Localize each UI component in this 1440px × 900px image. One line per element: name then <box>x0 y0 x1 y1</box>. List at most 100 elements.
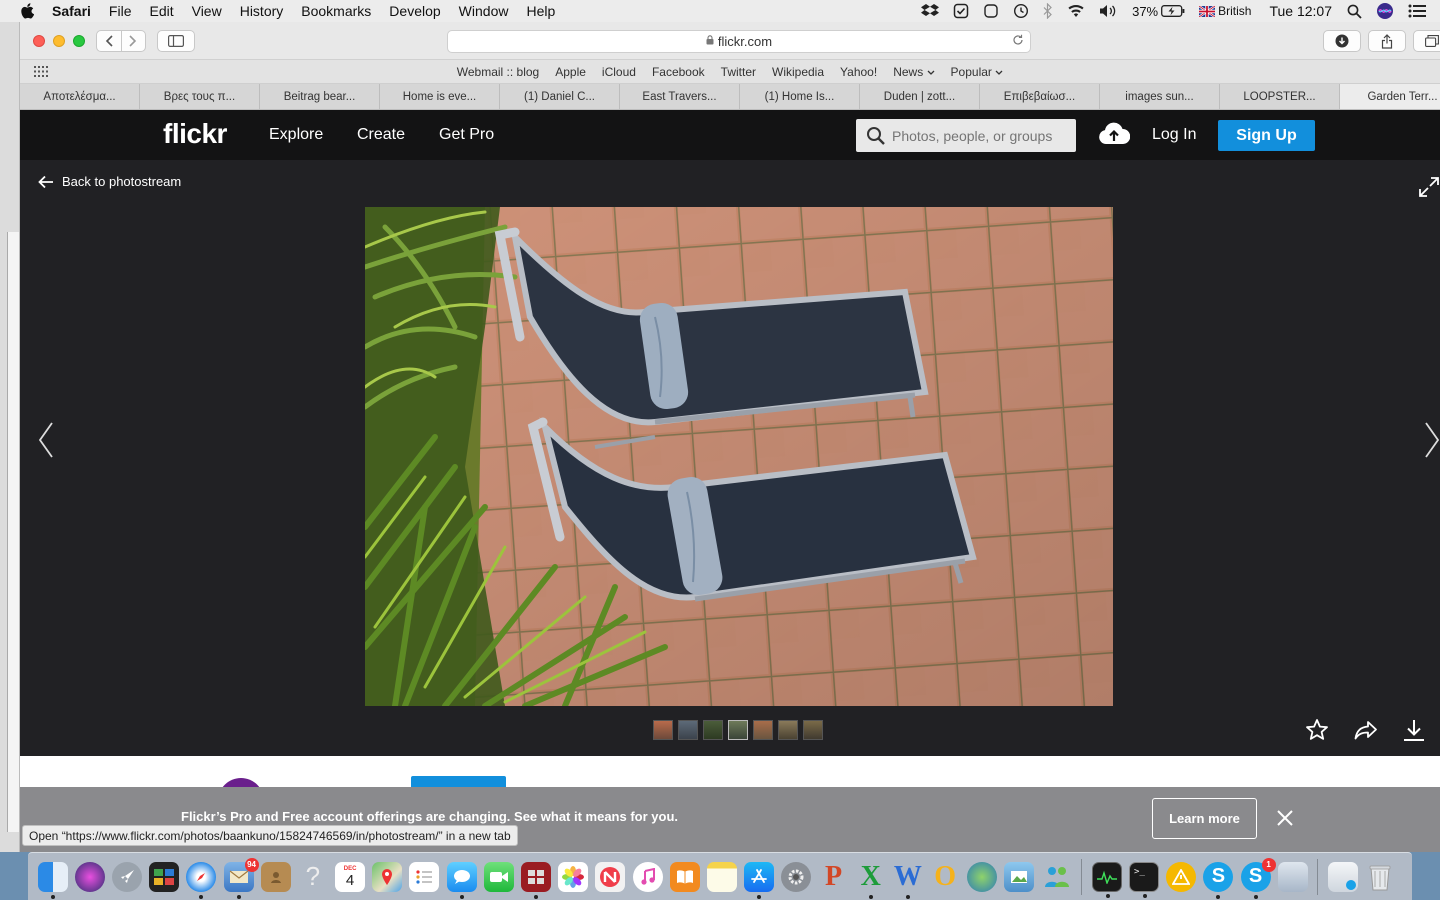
siri-icon[interactable] <box>1376 2 1394 20</box>
people-group-icon[interactable] <box>1042 862 1072 892</box>
top-sites-grid-icon[interactable] <box>34 66 48 80</box>
safari-app-icon[interactable] <box>186 861 217 899</box>
skype-icon[interactable]: S <box>1203 861 1234 899</box>
powerpoint-icon[interactable]: P <box>819 861 849 892</box>
window-icon[interactable] <box>983 3 999 19</box>
tab-7[interactable]: (1) Home Is... <box>740 84 860 109</box>
time-machine-icon[interactable] <box>1013 3 1029 19</box>
thumbnail[interactable] <box>803 720 823 740</box>
menu-help[interactable]: Help <box>526 3 555 19</box>
favorite-webmail[interactable]: Webmail :: blog <box>457 65 539 79</box>
search-input[interactable] <box>892 127 1072 144</box>
apple-menu-icon[interactable] <box>20 3 38 19</box>
facetime-icon[interactable] <box>483 861 514 892</box>
favorite-icloud[interactable]: iCloud <box>602 65 636 79</box>
nav-explore[interactable]: Explore <box>269 126 323 144</box>
menu-develop[interactable]: Develop <box>389 3 440 19</box>
window-zoom-button[interactable] <box>73 35 85 47</box>
outlook-icon[interactable]: O <box>930 861 960 892</box>
main-photo-sun-loungers[interactable] <box>365 207 1113 706</box>
uk-flag-icon[interactable] <box>1199 5 1216 17</box>
battery-charging-icon[interactable] <box>1161 5 1185 17</box>
favorite-facebook[interactable]: Facebook <box>652 65 705 79</box>
tab-active-garden[interactable]: Garden Terr... <box>1340 84 1440 109</box>
favorite-yahoo[interactable]: Yahoo! <box>840 65 877 79</box>
downloads-button[interactable] <box>1323 30 1361 52</box>
menu-edit[interactable]: Edit <box>149 3 173 19</box>
vlc-warning-icon[interactable] <box>1166 861 1197 892</box>
downloads-stack-icon[interactable] <box>1327 861 1358 892</box>
notification-center-icon[interactable] <box>1408 4 1426 18</box>
menu-history[interactable]: History <box>240 3 284 19</box>
menu-view[interactable]: View <box>192 3 222 19</box>
menu-bookmarks[interactable]: Bookmarks <box>301 3 371 19</box>
messages-icon[interactable] <box>446 861 477 899</box>
mail-app-icon[interactable]: 94 <box>223 857 259 899</box>
thumbnail-active[interactable] <box>728 720 748 740</box>
flickr-logo[interactable]: flickr <box>163 118 227 150</box>
tab-8[interactable]: Duden | zott... <box>860 84 980 109</box>
checklist-icon[interactable] <box>953 3 969 19</box>
window-close-button[interactable] <box>33 35 45 47</box>
thumbnail[interactable] <box>753 720 773 740</box>
login-link[interactable]: Log In <box>1152 126 1196 144</box>
menu-window[interactable]: Window <box>459 3 509 19</box>
thumbnail[interactable] <box>653 720 673 740</box>
favorite-star-icon[interactable] <box>1305 718 1329 747</box>
window-minimize-button[interactable] <box>53 35 65 47</box>
favorite-twitter[interactable]: Twitter <box>721 65 756 79</box>
tab-10[interactable]: images sun... <box>1100 84 1220 109</box>
launchpad-icon[interactable] <box>111 861 142 892</box>
tab-6[interactable]: East Travers... <box>620 84 740 109</box>
contacts-icon[interactable] <box>260 861 291 892</box>
word-icon[interactable]: W <box>893 861 923 899</box>
fullscreen-expand-icon[interactable] <box>1418 176 1440 203</box>
network-globe-icon[interactable] <box>967 861 998 892</box>
mission-control-icon[interactable] <box>149 861 180 892</box>
preview-icon[interactable] <box>1004 861 1035 892</box>
menu-app-name[interactable]: Safari <box>52 3 91 19</box>
reload-icon[interactable] <box>1012 34 1024 49</box>
trash-icon[interactable] <box>1365 862 1395 892</box>
nav-create[interactable]: Create <box>357 126 405 144</box>
input-source-label[interactable]: British <box>1218 4 1251 18</box>
favorite-news-folder[interactable]: News <box>893 65 935 79</box>
share-button[interactable] <box>1368 30 1406 52</box>
favorite-apple[interactable]: Apple <box>555 65 586 79</box>
photos-icon[interactable] <box>558 861 589 892</box>
finder-icon[interactable] <box>37 861 68 899</box>
favorite-popular-folder[interactable]: Popular <box>951 65 1004 79</box>
tab-2[interactable]: Βρες τους π... <box>140 84 260 109</box>
system-preferences-icon[interactable] <box>781 861 812 892</box>
learn-more-button[interactable]: Learn more <box>1152 798 1257 839</box>
excel-icon[interactable]: X <box>856 861 886 899</box>
itunes-icon[interactable] <box>632 861 663 892</box>
reminders-icon[interactable] <box>409 861 440 892</box>
bluetooth-icon[interactable] <box>1043 3 1053 19</box>
share-arrow-icon[interactable] <box>1353 718 1379 747</box>
signup-button[interactable]: Sign Up <box>1218 120 1315 151</box>
favorite-wikipedia[interactable]: Wikipedia <box>772 65 824 79</box>
download-icon[interactable] <box>1402 718 1426 747</box>
skype-for-business-icon[interactable]: S1 <box>1240 857 1276 899</box>
spotlight-search-icon[interactable] <box>1347 4 1362 19</box>
maps-icon[interactable] <box>372 861 403 892</box>
next-photo-arrow[interactable] <box>1424 422 1440 463</box>
calendar-icon[interactable]: DEC 4 <box>335 861 366 892</box>
back-to-photostream-link[interactable]: Back to photostream <box>38 174 181 189</box>
activity-monitor-icon[interactable] <box>1091 861 1122 898</box>
back-button[interactable] <box>97 31 122 51</box>
screenshot-stack-icon[interactable] <box>1277 861 1308 892</box>
app-store-icon[interactable] <box>744 861 775 899</box>
wifi-icon[interactable] <box>1067 4 1085 18</box>
tab-11[interactable]: LOOPSTER... <box>1220 84 1340 109</box>
close-icon[interactable] <box>1276 809 1294 832</box>
tab-1[interactable]: Αποτελέσμα... <box>20 84 140 109</box>
dropbox-icon[interactable] <box>921 4 940 18</box>
forward-button[interactable] <box>122 31 146 51</box>
tab-5[interactable]: (1) Daniel C... <box>500 84 620 109</box>
books-icon[interactable] <box>669 861 700 892</box>
show-tabs-button[interactable] <box>1413 30 1440 52</box>
sidebar-toggle-button[interactable] <box>157 30 195 52</box>
upload-cloud-icon[interactable] <box>1098 122 1131 151</box>
